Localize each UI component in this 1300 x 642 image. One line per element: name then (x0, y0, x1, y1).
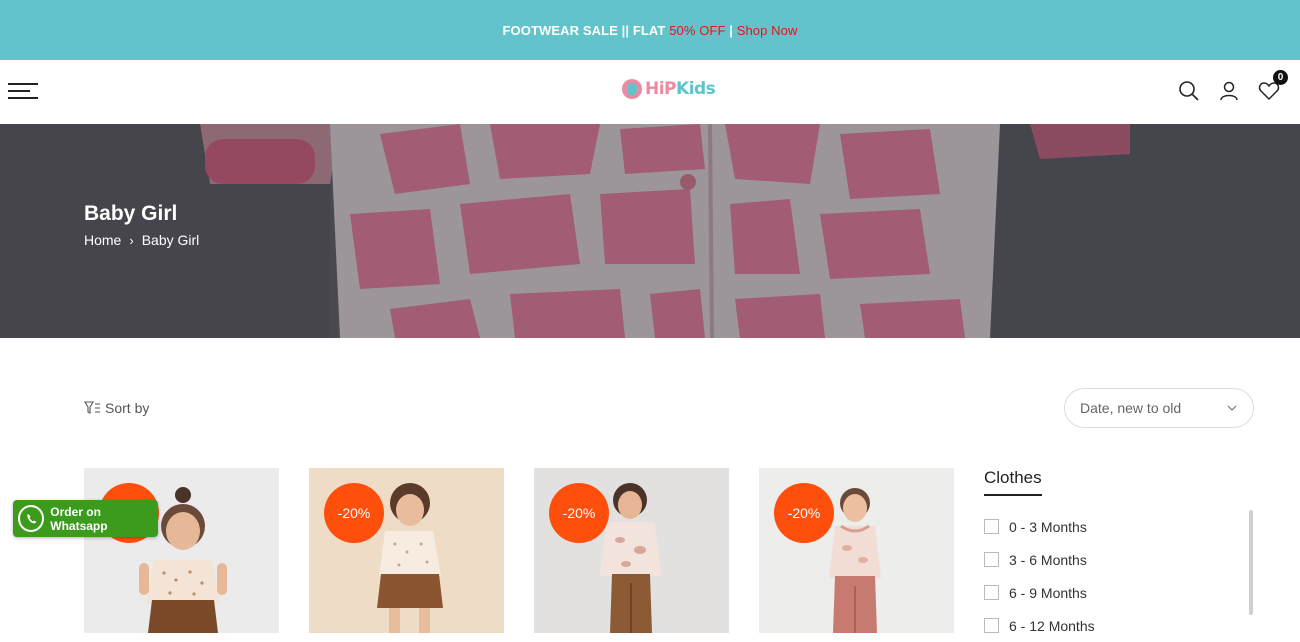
wishlist-count-badge: 0 (1273, 70, 1288, 85)
sort-select[interactable]: Date, new to old (1064, 388, 1254, 428)
filter-option-label: 6 - 9 Months (1009, 584, 1087, 601)
breadcrumb-home[interactable]: Home (84, 232, 121, 248)
menu-icon[interactable] (8, 82, 38, 102)
discount-badge: -20% (549, 483, 609, 543)
collection-banner: Baby Girl Home › Baby Girl (0, 124, 1300, 338)
filter-sidebar: Clothes 0 - 3 Months 3 - 6 Months 6 - 9 … (984, 468, 1254, 642)
filter-icon (84, 401, 100, 414)
whatsapp-order-button[interactable]: Order on Whatsapp (13, 500, 158, 537)
filter-scrollbar[interactable] (1249, 510, 1253, 615)
collection-toolbar: Sort by Date, new to old (84, 388, 1254, 428)
checkbox[interactable] (984, 618, 999, 633)
page-title: Baby Girl (84, 202, 178, 225)
sort-toggle[interactable]: Sort by (84, 400, 149, 416)
product-card[interactable] (84, 468, 279, 633)
checkbox[interactable] (984, 585, 999, 600)
filter-option-label: 0 - 3 Months (1009, 518, 1087, 535)
logo-text-part1: HiP (645, 79, 677, 99)
logo-icon (622, 79, 642, 99)
filter-option-label: 6 - 12 Months (1009, 617, 1095, 634)
whatsapp-label: Order on Whatsapp (50, 504, 108, 533)
logo-text-part2: Kids (676, 79, 716, 99)
filter-option-label: 3 - 6 Months (1009, 551, 1087, 568)
filter-option[interactable]: 6 - 9 Months (984, 576, 1254, 609)
banner-image (0, 124, 1300, 338)
shop-now-link[interactable]: Shop Now (737, 23, 798, 38)
account-icon[interactable] (1216, 78, 1242, 104)
checkbox[interactable] (984, 552, 999, 567)
filter-option[interactable]: 6 - 12 Months (984, 609, 1254, 642)
chevron-right-icon: › (129, 232, 134, 248)
filter-option[interactable]: 0 - 3 Months (984, 510, 1254, 543)
announcement-sale: 50% OFF (669, 22, 726, 38)
breadcrumb: Home › Baby Girl (84, 232, 199, 248)
product-card[interactable]: -20% (534, 468, 729, 633)
logo-text: HiPKids (645, 79, 716, 99)
filter-option[interactable]: 3 - 6 Months (984, 543, 1254, 576)
announcement-separator: | (725, 22, 737, 38)
discount-badge: -20% (774, 483, 834, 543)
header-actions: 0 (1176, 70, 1288, 104)
chevron-down-icon (1227, 405, 1237, 411)
whatsapp-icon (18, 505, 45, 532)
checkbox[interactable] (984, 519, 999, 534)
product-card[interactable]: -20% (759, 468, 954, 633)
announcement-bar: FOOTWEAR SALE || FLAT 50% OFF | Shop Now (0, 0, 1300, 60)
site-header: HiPKids 0 (0, 60, 1300, 124)
site-logo[interactable]: HiPKids (622, 79, 716, 99)
wishlist-icon[interactable]: 0 (1256, 70, 1288, 104)
search-icon[interactable] (1176, 78, 1202, 104)
breadcrumb-current: Baby Girl (141, 232, 200, 248)
announcement-text: FOOTWEAR SALE || FLAT (502, 22, 670, 38)
filter-group-title: Clothes (984, 468, 1042, 496)
sort-select-value: Date, new to old (1080, 400, 1182, 416)
product-card[interactable]: -20% (309, 468, 504, 633)
discount-badge: -20% (324, 483, 384, 543)
sort-label: Sort by (105, 400, 150, 416)
filter-list: 0 - 3 Months 3 - 6 Months 6 - 9 Months 6… (984, 510, 1254, 642)
